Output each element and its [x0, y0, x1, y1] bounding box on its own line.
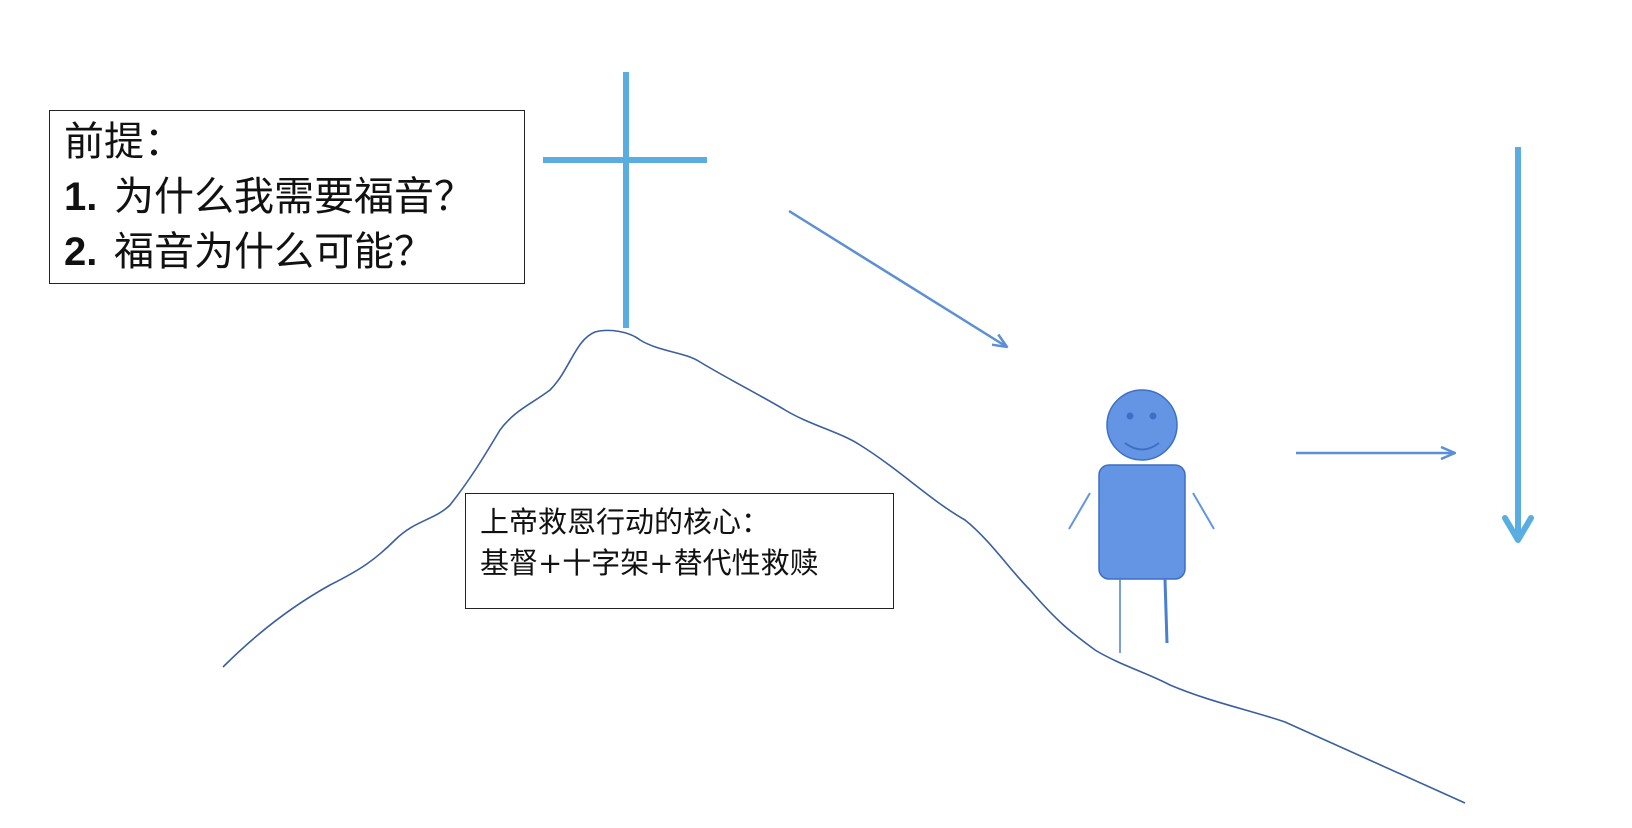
premise-item-2: 2. 福音为什么可能？ [64, 225, 524, 280]
salvation-core-box: 上帝救恩行动的核心： 基督+十字架+替代性救赎 [465, 493, 894, 609]
salvation-core-heading: 上帝救恩行动的核心： [480, 505, 771, 539]
smiling-person-icon [1068, 389, 1215, 653]
downward-arrow [1502, 147, 1534, 543]
person-right-arm [1192, 492, 1215, 530]
cross-icon [543, 72, 707, 328]
salvation-core-formula: 基督+十字架+替代性救赎 [480, 546, 819, 580]
person-right-leg [1163, 578, 1169, 644]
premise-item-2-number: 2. [64, 230, 98, 274]
person-left-eye [1126, 412, 1134, 420]
descending-arrow [788, 209, 1007, 347]
premise-item-1-number: 1. [64, 175, 98, 219]
diagram-canvas: 前提： 1. 为什么我需要福音？ 2. 福音为什么可能？ 上帝救恩行动的核心： 基督… [0, 0, 1632, 828]
premise-title: 前提： [64, 119, 184, 165]
person-left-arm [1068, 492, 1091, 530]
person-body [1098, 464, 1186, 580]
premise-box: 前提： 1. 为什么我需要福音？ 2. 福音为什么可能？ [49, 110, 525, 284]
premise-item-1-text: 为什么我需要福音？ [114, 174, 474, 220]
person-right-eye [1149, 412, 1157, 420]
premise-item-1: 1. 为什么我需要福音？ [64, 170, 524, 225]
premise-item-2-text: 福音为什么可能？ [114, 229, 434, 275]
